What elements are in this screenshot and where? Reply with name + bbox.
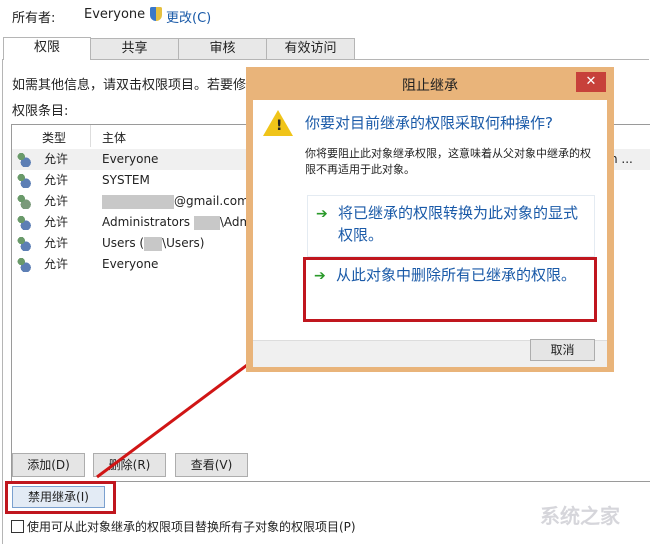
remove-option[interactable]: ➔ 从此对象中删除所有已继承的权限。 bbox=[303, 257, 597, 322]
watermark: 系统之家 bbox=[540, 504, 620, 528]
convert-option[interactable]: ➔ 将已继承的权限转换为此对象的显式权限。 bbox=[307, 195, 595, 257]
dialog-title: 阻止继承 bbox=[402, 78, 458, 94]
dialog-description: 你将要阻止此对象继承权限，这意味着从父对象中继承的权限不再适用于此对象。 bbox=[305, 147, 591, 176]
block-inheritance-dialog: 阻止继承 ✕ ! 你要对目前继承的权限采取何种操作? 你将要阻止此对象继承权限，… bbox=[246, 67, 614, 372]
convert-option-label: 将已继承的权限转换为此对象的显式权限。 bbox=[338, 204, 579, 244]
cancel-button[interactable]: 取消 bbox=[530, 339, 595, 361]
arrow-right-icon: ➔ bbox=[316, 206, 328, 222]
close-button[interactable]: ✕ bbox=[576, 72, 606, 92]
remove-option-label: 从此对象中删除所有已继承的权限。 bbox=[336, 266, 577, 284]
dialog-heading: 你要对目前继承的权限采取何种操作? bbox=[305, 114, 553, 132]
arrow-right-icon: ➔ bbox=[314, 268, 326, 284]
